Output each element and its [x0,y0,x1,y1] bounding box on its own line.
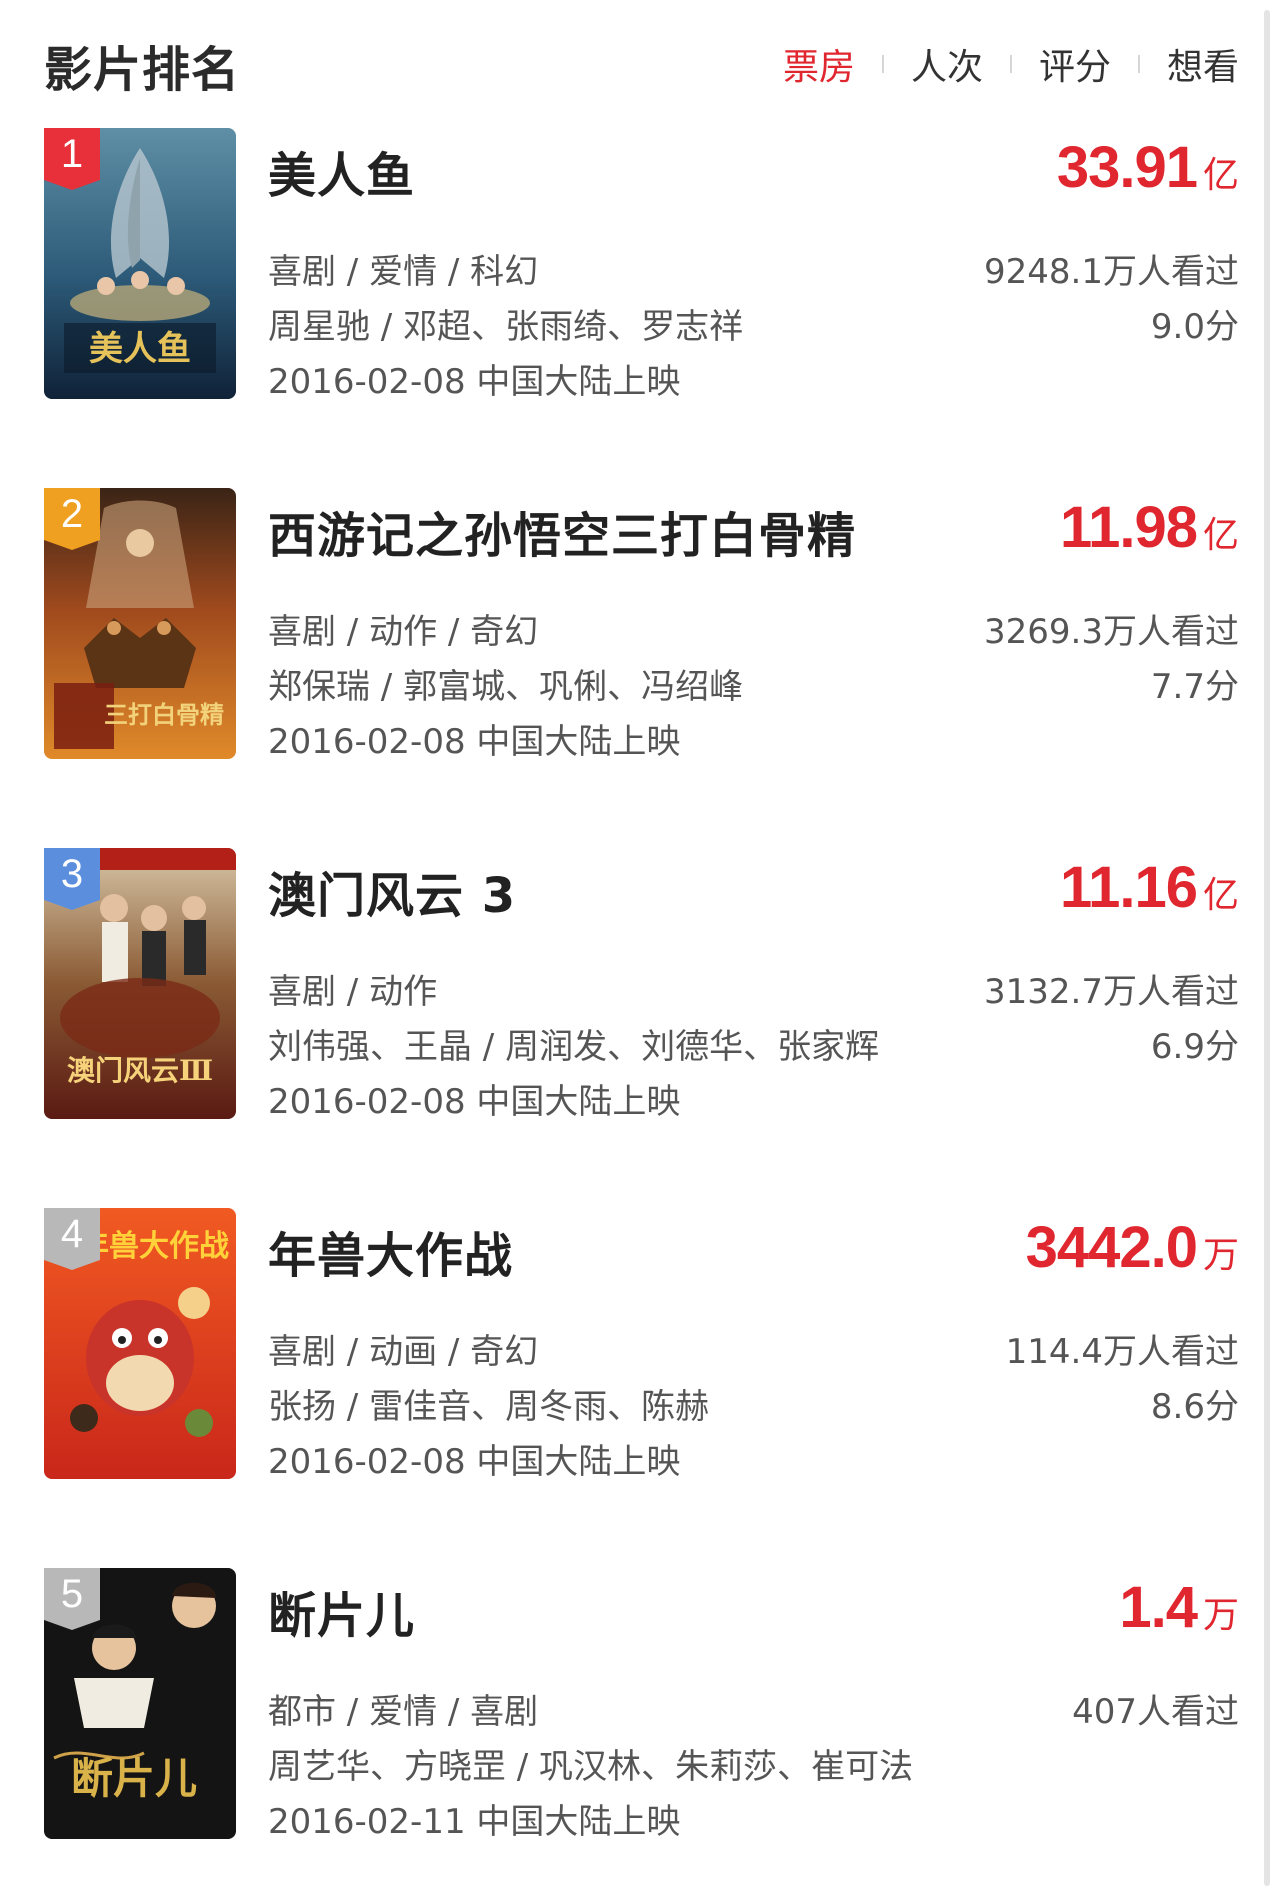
movie-viewers: 9248.1万人看过 [984,252,1239,292]
movie-item[interactable]: 澳门风云Ⅲ 3 澳门风云 3 11.16 亿 喜剧 / 动作 刘伟强、王晶 / 周… [44,848,1239,1208]
rank-number: 1 [60,132,84,176]
movie-item[interactable]: 美人鱼 1 美人鱼 33.91 亿 喜剧 / 爱情 / 科幻 周星驰 / 邓超、张… [44,128,1239,488]
rank-badge: 3 [44,848,100,910]
movie-title[interactable]: 西游记之孙悟空三打白骨精 [268,496,856,566]
svg-text:三打白骨精: 三打白骨精 [104,700,224,729]
movie-release-date: 2016-02-08 中国大陆上映 [268,722,681,762]
movie-item[interactable]: 年兽大作战 4 年兽大作战 3442.0 万 喜剧 / 动画 / 奇幻 张扬 / … [44,1208,1239,1568]
box-office: 11.98 亿 [1060,494,1239,561]
page-title: 影片排名 [44,42,241,98]
movie-title[interactable]: 澳门风云 3 [268,856,516,926]
tab-want-to-see[interactable]: 想看 [1167,38,1239,90]
scrollbar[interactable] [1264,10,1270,1886]
movie-title[interactable]: 美人鱼 [268,136,415,206]
rank-badge: 1 [44,128,100,190]
box-office: 1.4 万 [1119,1574,1239,1641]
rank-number: 3 [60,852,84,896]
box-office-value: 1.4 [1119,1575,1198,1640]
movie-release-date: 2016-02-08 中国大陆上映 [268,1442,681,1482]
tab-divider [881,55,884,73]
movie-genre: 喜剧 / 动作 [268,972,438,1012]
svg-text:美人鱼: 美人鱼 [89,329,191,369]
movie-cast: 周星驰 / 邓超、张雨绮、罗志祥 [268,307,744,347]
movie-score: 9.0分 [1150,307,1239,347]
movie-score: 6.9分 [1150,1027,1239,1067]
svg-text:年兽大作战: 年兽大作战 [79,1229,229,1264]
rank-number: 5 [60,1572,84,1616]
box-office: 11.16 亿 [1060,854,1239,921]
movie-cast: 郑保瑞 / 郭富城、巩俐、冯绍峰 [268,667,744,707]
tab-box-office[interactable]: 票房 [783,38,855,90]
tab-viewers[interactable]: 人次 [911,38,983,90]
movie-cast: 周艺华、方晓罡 / 巩汉林、朱莉莎、崔可法 [268,1747,914,1787]
box-office-unit: 万 [1202,1595,1239,1636]
movie-cast: 张扬 / 雷佳音、周冬雨、陈赫 [268,1387,710,1427]
svg-text:断片儿: 断片儿 [71,1754,197,1803]
movie-release-date: 2016-02-08 中国大陆上映 [268,1082,681,1122]
movie-score: 7.7分 [1150,667,1239,707]
movie-viewers: 114.4万人看过 [1005,1332,1239,1372]
box-office-unit: 亿 [1202,515,1239,556]
movie-item[interactable]: 断片儿 5 断片儿 1.4 万 都市 / 爱情 / 喜剧 周艺华、方晓罡 / 巩汉… [44,1568,1239,1886]
rank-badge: 4 [44,1208,100,1270]
box-office: 3442.0 万 [1026,1214,1239,1281]
movie-cast: 刘伟强、王晶 / 周润发、刘德华、张家辉 [268,1027,880,1067]
box-office-unit: 万 [1202,1235,1239,1276]
movie-list: 美人鱼 1 美人鱼 33.91 亿 喜剧 / 爱情 / 科幻 周星驰 / 邓超、张… [44,128,1239,1886]
rank-badge: 5 [44,1568,100,1630]
movie-title[interactable]: 年兽大作战 [268,1216,513,1286]
movie-release-date: 2016-02-11 中国大陆上映 [268,1802,681,1842]
movie-genre: 都市 / 爱情 / 喜剧 [268,1692,539,1732]
box-office: 33.91 亿 [1057,134,1239,201]
box-office-unit: 亿 [1202,875,1239,916]
rank-number: 4 [60,1212,84,1256]
movie-item[interactable]: 三打白骨精 2 西游记之孙悟空三打白骨精 11.98 亿 喜剧 / 动作 / 奇幻… [44,488,1239,848]
movie-release-date: 2016-02-08 中国大陆上映 [268,362,681,402]
sort-tabs: 票房 人次 评分 想看 [783,38,1239,90]
movie-score: 8.6分 [1150,1387,1239,1427]
movie-viewers: 407人看过 [1072,1692,1239,1732]
rank-number: 2 [60,492,84,536]
box-office-value: 11.16 [1060,855,1198,920]
rank-badge: 2 [44,488,100,550]
movie-genre: 喜剧 / 动作 / 奇幻 [268,612,539,652]
movie-viewers: 3269.3万人看过 [984,612,1239,652]
svg-text:澳门风云Ⅲ: 澳门风云Ⅲ [67,1054,213,1087]
tab-rating[interactable]: 评分 [1039,38,1111,90]
ranking-header: 影片排名 票房 人次 评分 想看 [44,24,1239,104]
box-office-value: 11.98 [1060,495,1198,560]
movie-viewers: 3132.7万人看过 [984,972,1239,1012]
tab-divider [1137,55,1140,73]
box-office-unit: 亿 [1202,155,1239,196]
movie-genre: 喜剧 / 爱情 / 科幻 [268,252,539,292]
movie-genre: 喜剧 / 动画 / 奇幻 [268,1332,539,1372]
tab-divider [1009,55,1012,73]
movie-title[interactable]: 断片儿 [268,1576,415,1646]
box-office-value: 33.91 [1056,135,1198,200]
box-office-value: 3442.0 [1025,1215,1198,1280]
